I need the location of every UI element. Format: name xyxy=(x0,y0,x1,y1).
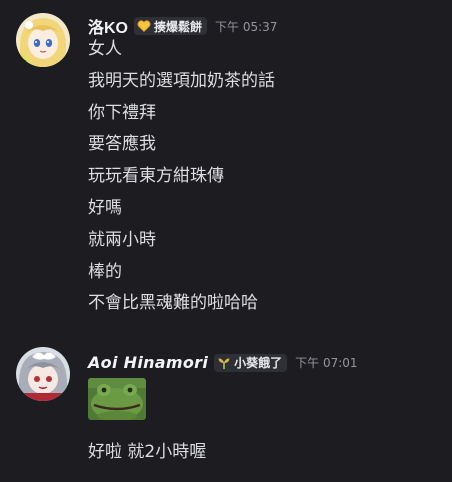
svg-text:☘: ☘ xyxy=(22,59,28,67)
message-line: 要答應我 xyxy=(88,134,156,155)
avatar-image: ☘ xyxy=(16,13,70,67)
message-line: 玩玩看東方紺珠傳 xyxy=(88,166,224,187)
message-line: 好嗎 xyxy=(88,197,122,218)
avatar-image xyxy=(16,347,70,401)
message-line: 你下禮拜 xyxy=(88,102,156,123)
message-line: 我明天的選項加奶茶的話 xyxy=(88,70,275,91)
image-attachment[interactable] xyxy=(88,378,146,420)
timestamp: 下午 05:37 xyxy=(215,19,278,34)
role-tag[interactable]: 揍爆鬆餅 xyxy=(134,17,208,35)
role-tag[interactable]: 小葵餓了 xyxy=(214,353,288,372)
message-line: 好啦 就2小時喔 xyxy=(88,442,207,462)
message-header: Aoi Hinamori 小葵餓了 下午 07:01 xyxy=(88,353,358,372)
sprout-icon xyxy=(217,356,231,370)
role-tag-label: 小葵餓了 xyxy=(234,356,283,370)
frog-image xyxy=(88,378,146,420)
avatar[interactable]: ☘ xyxy=(16,13,70,67)
author-name[interactable]: Aoi Hinamori xyxy=(88,353,208,372)
message-lines: 好啦 就2小時喔 xyxy=(88,437,206,469)
message-line: 女人 xyxy=(88,39,122,59)
message-lines: 女人 我明天的選項加奶茶的話 你下禮拜 要答應我 玩玩看東方紺珠傳 好嗎 就兩小… xyxy=(88,34,275,320)
message-line: 不會比黑魂難的啦哈哈 xyxy=(88,293,258,314)
heart-icon xyxy=(137,19,151,33)
message-line: 就兩小時 xyxy=(88,229,156,250)
avatar[interactable] xyxy=(16,347,70,401)
message-line: 棒的 xyxy=(88,261,122,282)
role-tag-label: 揍爆鬆餅 xyxy=(154,19,203,34)
timestamp: 下午 07:01 xyxy=(295,356,358,370)
